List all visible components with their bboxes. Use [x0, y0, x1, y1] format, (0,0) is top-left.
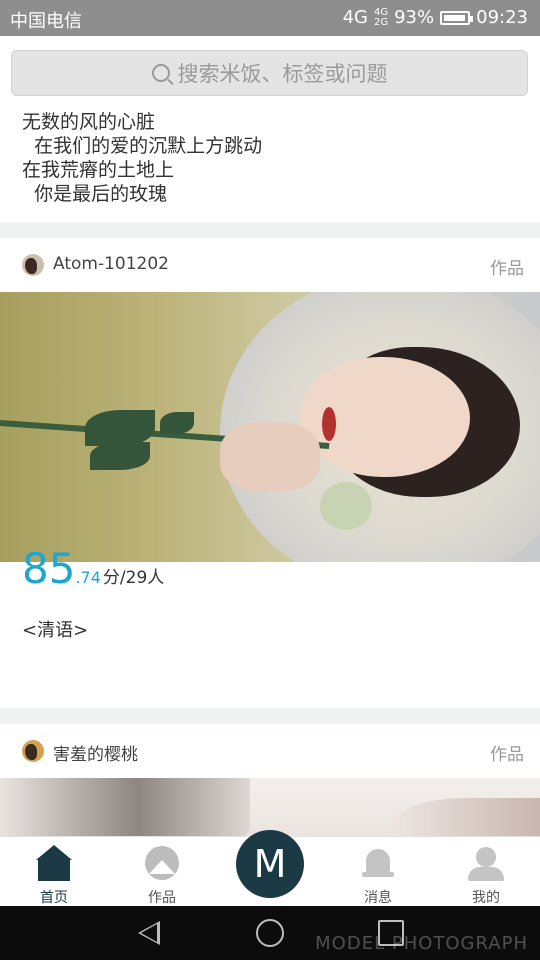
avatar[interactable] — [22, 740, 44, 762]
tab-home[interactable]: 首页 — [0, 837, 108, 907]
home-icon — [36, 845, 72, 881]
center-m-button[interactable]: M — [236, 830, 304, 898]
system-nav-bar: MODEL PHOTOGRAPH — [0, 906, 540, 960]
search-icon — [151, 64, 170, 82]
poem-line: 在我荒瘠的土地上 — [22, 159, 175, 181]
tab-works[interactable]: 作品 — [108, 837, 216, 907]
bell-icon — [360, 845, 396, 881]
feed-card[interactable]: Atom-101202 作品 85 .74 分/29人 <清语> — [0, 238, 540, 708]
score-integer: 85 — [22, 544, 76, 593]
status-right: 4G 4G 2G 93% 09:23 — [343, 7, 528, 28]
clock: 09:23 — [476, 7, 528, 28]
card-header: Atom-101202 作品 — [0, 238, 540, 292]
status-bar: 中国电信 4G 4G 2G 93% 09:23 — [0, 0, 540, 36]
score-count: 分/29人 — [102, 568, 165, 588]
tab-label: 作品 — [148, 890, 176, 906]
work-tag: 作品 — [490, 745, 524, 765]
score: 85 .74 分/29人 — [22, 544, 164, 593]
post-caption[interactable]: <清语> — [22, 616, 88, 642]
post-photo[interactable] — [0, 292, 540, 562]
watermark: MODEL PHOTOGRAPH — [315, 933, 528, 954]
search-input[interactable]: 搜索米饭、标签或问题 — [11, 50, 528, 96]
username[interactable]: 害羞的樱桃 — [53, 740, 138, 765]
header-area: 搜索米饭、标签或问题 无数的风的心脏 在我们的爱的沉默上方跳动 在我荒瘠的土地上… — [0, 36, 540, 222]
score-decimal: .74 — [75, 568, 101, 587]
avatar[interactable] — [22, 254, 44, 276]
username[interactable]: Atom-101202 — [53, 254, 169, 274]
tab-label: 我的 — [472, 890, 500, 906]
home-circle-icon[interactable] — [256, 919, 284, 947]
poem-line: 无数的风的心脏 — [22, 111, 156, 133]
person-icon — [468, 845, 504, 881]
network-mini: 4G 2G — [373, 6, 389, 28]
poem-line: 你是最后的玫瑰 — [22, 183, 168, 205]
feed-card[interactable]: 害羞的樱桃 作品 — [0, 724, 540, 858]
tab-messages[interactable]: 消息 — [324, 837, 432, 907]
work-tag: 作品 — [490, 259, 524, 279]
search-placeholder: 搜索米饭、标签或问题 — [177, 62, 388, 86]
carrier-label: 中国电信 — [10, 11, 82, 32]
tab-me[interactable]: 我的 — [432, 837, 540, 907]
tab-label: 首页 — [40, 890, 68, 906]
back-icon[interactable] — [138, 921, 160, 945]
card-header: 害羞的樱桃 作品 — [0, 724, 540, 778]
gallery-icon — [144, 845, 180, 881]
network-4g-label: 4G — [342, 7, 368, 28]
battery-icon — [440, 10, 474, 25]
poem-line: 在我们的爱的沉默上方跳动 — [22, 135, 263, 157]
poem-text: 无数的风的心脏 在我们的爱的沉默上方跳动 在我荒瘠的土地上 你是最后的玫瑰 — [22, 110, 262, 206]
battery-percent: 93% — [394, 7, 435, 28]
tab-label: 消息 — [364, 890, 392, 906]
